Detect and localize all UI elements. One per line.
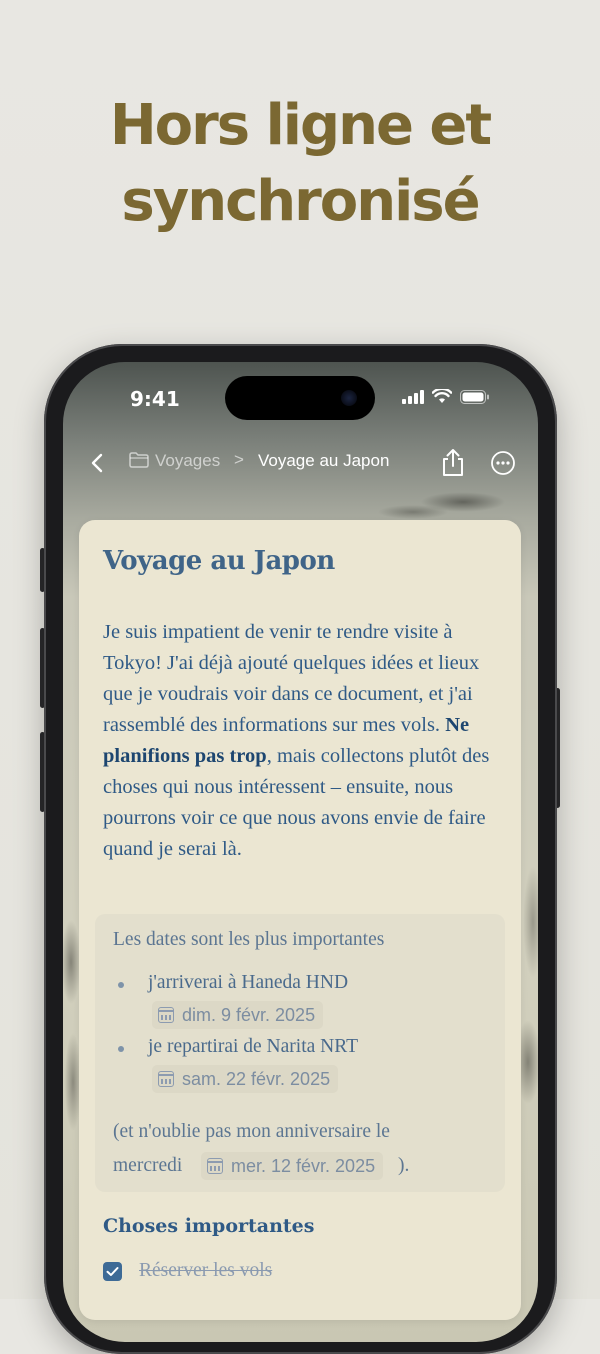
- dynamic-island: [225, 376, 375, 420]
- headline-line-1: Hors ligne et: [109, 93, 492, 158]
- date-chip[interactable]: dim. 9 févr. 2025: [152, 1001, 324, 1029]
- callout-title: Les dates sont les plus importantes: [113, 929, 385, 950]
- calendar-icon: [158, 1007, 174, 1023]
- folder-icon: [129, 452, 149, 468]
- date-chip[interactable]: mer. 12 févr. 2025: [201, 1152, 384, 1180]
- note-prefix: mercredi: [113, 1155, 183, 1176]
- headline-line-2: synchronisé: [121, 169, 480, 234]
- chevron-left-icon[interactable]: [85, 450, 111, 476]
- date-chip-label: dim. 9 févr. 2025: [182, 1004, 316, 1025]
- date-chip[interactable]: sam. 22 févr. 2025: [152, 1065, 339, 1093]
- section-title: Choses importantes: [103, 1215, 315, 1237]
- calendar-icon: [158, 1071, 174, 1087]
- wifi-icon: [432, 389, 452, 403]
- signal-icon: [402, 389, 424, 404]
- breadcrumb-current: Voyage au Japon: [258, 451, 390, 470]
- camera-icon: [341, 390, 357, 406]
- list-item: je repartirai de Narita NRT: [148, 1036, 358, 1057]
- bullet-icon: [118, 1046, 124, 1052]
- checklist-item-label: Réserver les vols: [139, 1260, 273, 1281]
- note-line: (et n'oublie pas mon anniversaire le: [113, 1121, 390, 1142]
- note-suffix: ).: [398, 1155, 410, 1176]
- headline: Hors ligne et synchronisé: [0, 88, 600, 240]
- document-body[interactable]: Je suis impatient de venir te rendre vis…: [103, 617, 493, 865]
- checkmark-icon: [106, 1267, 119, 1276]
- share-icon[interactable]: [440, 448, 466, 478]
- breadcrumb-parent[interactable]: Voyages: [155, 451, 220, 471]
- checkbox[interactable]: [103, 1262, 122, 1281]
- list-item: j'arriverai à Haneda HND: [148, 972, 349, 993]
- document-title[interactable]: Voyage au Japon: [103, 546, 335, 576]
- nav-bar: Voyages > Voyage au Japon: [63, 448, 538, 478]
- date-chip-label: mer. 12 févr. 2025: [231, 1155, 376, 1176]
- body-text-start: Je suis impatient de venir te rendre vis…: [103, 621, 480, 736]
- battery-icon: [460, 389, 489, 404]
- breadcrumb-separator: >: [234, 450, 244, 469]
- status-icons: [402, 389, 490, 404]
- calendar-icon: [207, 1158, 223, 1174]
- status-time: 9:41: [130, 387, 180, 411]
- bullet-icon: [118, 982, 124, 988]
- date-chip-label: sam. 22 févr. 2025: [182, 1068, 331, 1089]
- ellipsis-circle-icon[interactable]: [490, 450, 516, 476]
